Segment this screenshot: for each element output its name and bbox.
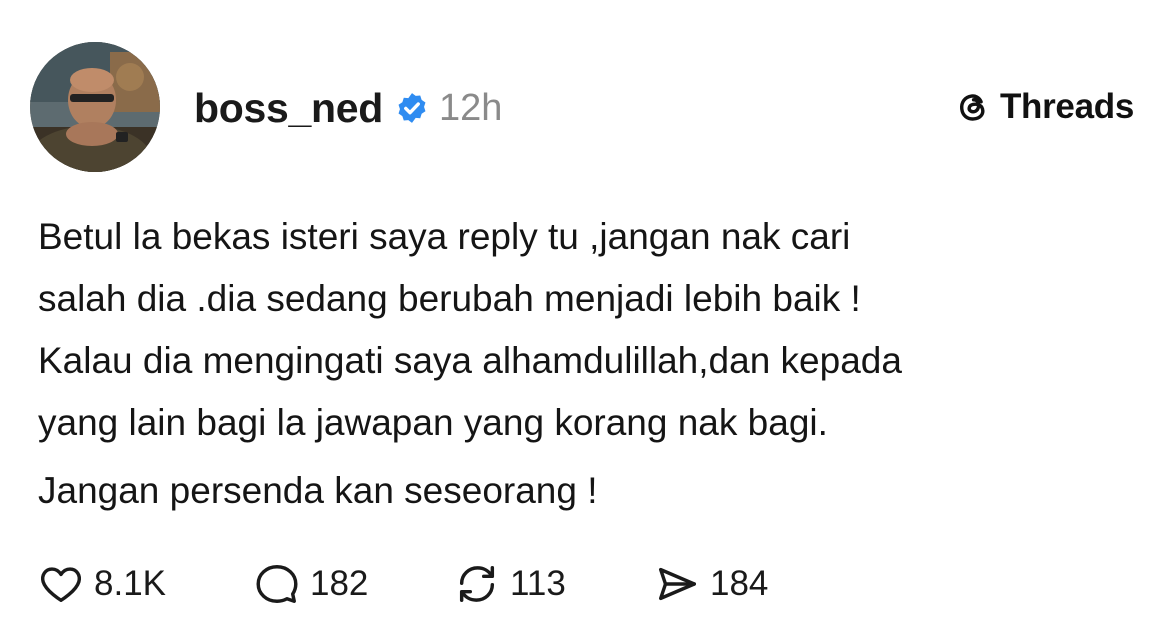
avatar[interactable] <box>30 42 160 172</box>
post-actions: 8.1K 182 113 184 <box>38 556 768 612</box>
post-body-line: Betul la bekas isteri saya reply tu ,jan… <box>38 216 851 257</box>
threads-logo-icon <box>959 94 985 121</box>
username[interactable]: boss_ned <box>194 85 383 132</box>
heart-icon <box>41 567 81 603</box>
comment-count: 182 <box>310 564 369 603</box>
share-button[interactable]: 184 <box>654 561 768 607</box>
avatar-photo <box>30 42 160 172</box>
post-body-line: Jangan persenda kan seseorang ! <box>38 470 598 511</box>
comment-button[interactable]: 182 <box>254 561 454 607</box>
post-body: Betul la bekas isteri saya reply tu ,jan… <box>38 206 1148 522</box>
verified-badge-icon <box>398 93 426 123</box>
like-count: 8.1K <box>94 564 166 603</box>
send-icon <box>658 567 696 601</box>
post-body-line: yang lain bagi la jawapan yang korang na… <box>38 402 828 443</box>
threads-post-card: boss_ned 12h Threads Betul la bekas iste… <box>0 0 1170 634</box>
speech-bubble-icon <box>256 565 298 603</box>
repost-count: 113 <box>510 564 566 603</box>
post-header: boss_ned 12h <box>194 78 502 138</box>
repost-button[interactable]: 113 <box>454 561 654 607</box>
like-button[interactable]: 8.1K <box>38 561 254 607</box>
post-body-line: salah dia .dia sedang berubah menjadi le… <box>38 278 861 319</box>
share-count: 184 <box>710 564 769 603</box>
repost-arrows-icon <box>459 565 495 603</box>
post-timestamp: 12h <box>439 86 503 129</box>
platform-name: Threads <box>999 87 1134 126</box>
post-body-line: Kalau dia mengingati saya alhamdulillah,… <box>38 340 902 381</box>
threads-brand[interactable]: Threads <box>954 82 1134 132</box>
